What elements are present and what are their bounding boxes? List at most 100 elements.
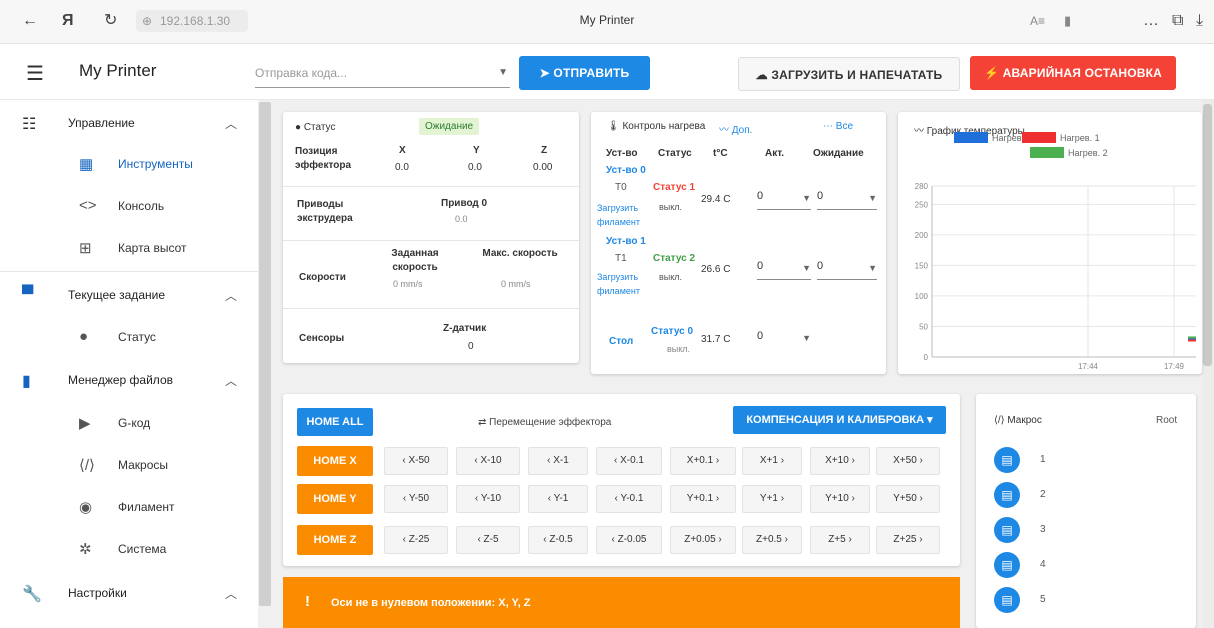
all-link[interactable]: ⋯ Все: [823, 121, 853, 132]
bed-active-select[interactable]: 0 ▼: [757, 330, 811, 350]
tool0-number: T0: [615, 182, 627, 193]
move-button[interactable]: X+1 ›: [742, 447, 802, 475]
sidebar-item-system[interactable]: ✲ Система: [0, 528, 258, 570]
move-button[interactable]: ‹ Y-0.1: [596, 485, 662, 513]
upload-and-print-button[interactable]: ☁ ЗАГРУЗИТЬ И НАПЕЧАТАТЬ: [738, 57, 960, 91]
move-button[interactable]: ‹ Z-0.05: [596, 526, 662, 554]
tool0-active-select[interactable]: 0 ▼: [757, 190, 811, 210]
tool1-status: Статус 2: [653, 253, 696, 264]
macros-root[interactable]: Root: [1156, 415, 1177, 426]
move-button-label: Z-5: [483, 534, 499, 545]
home-all-button[interactable]: HOME ALL: [297, 408, 373, 436]
move-button[interactable]: Y+1 ›: [742, 485, 802, 513]
axis-z-value: 0.00: [533, 162, 553, 173]
move-button[interactable]: Z+0.05 ›: [670, 526, 736, 554]
tool1-standby-select[interactable]: 0 ▼: [817, 260, 877, 280]
macro-item[interactable]: ▤ 2: [994, 482, 1174, 508]
tool0-load-filament[interactable]: Загрузить филамент: [597, 201, 653, 229]
emergency-stop-button[interactable]: ⚡ АВАРИЙНАЯ ОСТАНОВКА: [970, 56, 1176, 90]
sidebar-group-settings[interactable]: 🔧 Настройки ︿: [0, 573, 258, 613]
move-button[interactable]: ‹ X-10: [456, 447, 520, 475]
sidebar-item-label: Система: [118, 542, 167, 556]
bed-status: Статус 0: [651, 326, 694, 337]
tool1-load-filament[interactable]: Загрузить филамент: [597, 270, 653, 298]
send-button[interactable]: ➤ ОТПРАВИТЬ: [519, 56, 650, 90]
sidebar-item-console[interactable]: <> Консоль: [0, 185, 258, 227]
app-title: My Printer: [79, 61, 157, 80]
upload-label: ЗАГРУЗИТЬ И НАПЕЧАТАТЬ: [771, 68, 943, 82]
move-button[interactable]: X+0.1 ›: [670, 447, 736, 475]
bed-name[interactable]: Стол: [609, 336, 633, 347]
sidebar-item-status[interactable]: ● Статус: [0, 316, 258, 358]
home-y-button[interactable]: HOME Y: [297, 484, 373, 514]
sidebar-item-filament[interactable]: ◉ Филамент: [0, 486, 258, 528]
movement-title-text: Перемещение эффектора: [489, 417, 612, 428]
move-button[interactable]: ‹ Y-50: [384, 485, 448, 513]
sidebar-item-tools[interactable]: ▦ Инструменты: [0, 143, 258, 185]
move-button[interactable]: ‹ Y-10: [456, 485, 520, 513]
sidebar-item-gcode[interactable]: ▶ G-код: [0, 402, 258, 444]
bookmark-icon[interactable]: ▮: [1064, 12, 1071, 30]
tool1-active-select[interactable]: 0 ▼: [757, 260, 811, 280]
tool1-name[interactable]: Уст-во 1: [606, 236, 646, 247]
tool0-temp: 29.4 C: [701, 194, 731, 205]
globe-icon: ⊕: [142, 14, 153, 28]
move-button[interactable]: Z+25 ›: [876, 526, 940, 554]
extra-link[interactable]: 〰 Доп.: [719, 121, 752, 136]
more-icon[interactable]: …: [1143, 12, 1159, 30]
refresh-icon[interactable]: ↻: [104, 12, 117, 30]
home-x-button[interactable]: HOME X: [297, 446, 373, 476]
move-button[interactable]: Z+5 ›: [810, 526, 870, 554]
menu-icon[interactable]: ☰: [26, 61, 44, 86]
col-tool: Уст-во: [606, 148, 638, 159]
sidebar-scrollbar[interactable]: [259, 102, 271, 606]
sidebar-group-control[interactable]: ☷ Управление ︿: [0, 103, 258, 143]
sidebar-group-files[interactable]: ▮ Менеджер файлов ︿: [0, 360, 258, 400]
sidebar-item-heightmap[interactable]: ⊞ Карта высот: [0, 227, 258, 269]
macro-item[interactable]: ▤ 1: [994, 447, 1174, 473]
move-button-label: Z+0.5: [756, 534, 782, 545]
move-button[interactable]: Y+0.1 ›: [670, 485, 736, 513]
move-button[interactable]: Z+0.5 ›: [742, 526, 802, 554]
y-tick-label: 150: [915, 261, 929, 270]
play-icon: ▶: [79, 415, 91, 432]
scrollbar-thumb[interactable]: [1203, 104, 1212, 366]
y-tick-label: 0: [924, 353, 929, 362]
move-button[interactable]: ‹ Z-0.5: [528, 526, 588, 554]
sidebar-group-job[interactable]: ▀ Текущее задание ︿: [0, 275, 258, 315]
tool0-name[interactable]: Уст-во 0: [606, 165, 646, 176]
move-button[interactable]: ‹ X-0.1: [596, 447, 662, 475]
chevron-down-icon[interactable]: ▼: [498, 67, 508, 78]
y-tick-label: 250: [915, 200, 929, 209]
compensation-calibration-button[interactable]: КОМПЕНСАЦИЯ И КАЛИБРОВКА ▾: [733, 406, 946, 434]
move-button[interactable]: ‹ Z-5: [456, 526, 520, 554]
macro-item[interactable]: ▤ 3: [994, 517, 1174, 543]
temperature-chart: Нагрев. 0 Нагрев. 1Нагрев. 20501001502002…: [915, 132, 1196, 371]
back-icon[interactable]: ←: [22, 12, 38, 30]
sidebar-group-label: Настройки: [68, 586, 127, 600]
move-button[interactable]: ‹ X-50: [384, 447, 448, 475]
yandex-icon[interactable]: Я: [62, 12, 74, 30]
macro-item[interactable]: ▤ 5: [994, 587, 1174, 613]
tool0-standby-select[interactable]: 0 ▼: [817, 190, 877, 210]
move-button[interactable]: ‹ Z-25: [384, 526, 448, 554]
axis-y-value: 0.0: [468, 162, 482, 173]
gcode-input[interactable]: Отправка кода... ▼: [255, 58, 510, 88]
move-button[interactable]: X+10 ›: [810, 447, 870, 475]
move-button[interactable]: X+50 ›: [876, 447, 940, 475]
chevron-up-icon: ︿: [225, 289, 238, 303]
sidebar-group-label: Текущее задание: [68, 288, 165, 302]
move-button[interactable]: Y+50 ›: [876, 485, 940, 513]
home-z-button[interactable]: HOME Z: [297, 525, 373, 555]
move-button[interactable]: ‹ Y-1: [528, 485, 588, 513]
move-button[interactable]: Y+10 ›: [810, 485, 870, 513]
macro-item[interactable]: ▤ 4: [994, 552, 1174, 578]
sidebar-item-label: Карта высот: [118, 241, 187, 255]
reader-icon[interactable]: A≡: [1030, 12, 1045, 30]
address-bar[interactable]: ⊕ 192.168.1.30: [136, 10, 248, 32]
download-icon[interactable]: ⤓: [1196, 12, 1203, 30]
move-button[interactable]: ‹ X-1: [528, 447, 588, 475]
page-scrollbar[interactable]: [1202, 100, 1214, 628]
sidebar-item-macros[interactable]: ⟨/⟩ Макросы: [0, 444, 258, 486]
collections-icon[interactable]: ⧉: [1172, 12, 1183, 30]
